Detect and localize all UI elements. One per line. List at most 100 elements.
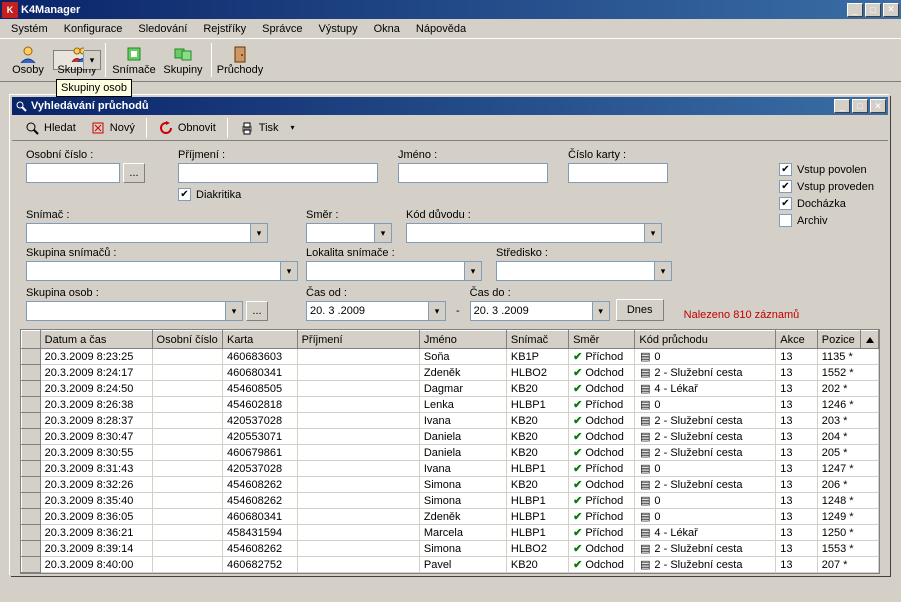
vstup-proveden-checkbox[interactable]: ✔Vstup proveden [779, 180, 874, 193]
table-row[interactable]: 20.3.2009 8:40:00460682752PavelKB20✔ Odc… [22, 557, 879, 573]
diakritika-checkbox[interactable]: ✔Diakritika [178, 188, 378, 201]
menu-vystupy[interactable]: Výstupy [311, 21, 364, 37]
child-window: Vyhledávání průchodů _ □ ✕ Hledat Nový O… [10, 95, 890, 576]
check-icon: ✔ [573, 463, 582, 475]
close-button[interactable]: ✕ [883, 3, 899, 17]
table-row[interactable]: 20.3.2009 8:35:40454608262SimonaHLBP1✔ P… [22, 493, 879, 509]
results-grid[interactable]: Datum a čas Osobní číslo Karta Příjmení … [20, 329, 880, 574]
person-icon [18, 44, 38, 64]
kod-duvodu-select[interactable] [406, 223, 662, 243]
document-icon: ▤ [639, 526, 651, 539]
col-prijmeni[interactable]: Příjmení [297, 331, 419, 349]
table-row[interactable]: 20.3.2009 8:24:17460680341ZdeněkHLBO2✔ O… [22, 365, 879, 381]
document-icon: ▤ [639, 494, 651, 507]
app-titlebar: K K4Manager _ □ ✕ [0, 0, 901, 19]
child-close-button[interactable]: ✕ [870, 99, 886, 113]
door-icon [230, 44, 250, 64]
new-button[interactable]: Nový [84, 117, 141, 139]
table-row[interactable]: 20.3.2009 8:24:50454608505DagmarKB20✔ Od… [22, 381, 879, 397]
menu-rejstriky[interactable]: Rejstříky [196, 21, 253, 37]
menu-spravce[interactable]: Správce [255, 21, 309, 37]
maximize-button[interactable]: □ [865, 3, 881, 17]
table-row[interactable]: 20.3.2009 8:28:37420537028IvanaKB20✔ Odc… [22, 413, 879, 429]
skupina-snimacu-select[interactable] [26, 261, 298, 281]
menu-sledovani[interactable]: Sledování [131, 21, 194, 37]
magnifier-icon [24, 120, 40, 136]
col-datum[interactable]: Datum a čas [40, 331, 152, 349]
table-row[interactable]: 20.3.2009 8:36:21458431594MarcelaHLBP1✔ … [22, 525, 879, 541]
table-row[interactable]: 20.3.2009 8:36:05460680341ZdeněkHLBP1✔ P… [22, 509, 879, 525]
vstup-povolen-checkbox[interactable]: ✔Vstup povolen [779, 163, 874, 176]
label-jmeno: Jméno : [398, 149, 548, 161]
browse-skupina-button[interactable]: ... [246, 301, 268, 321]
child-maximize-button[interactable]: □ [852, 99, 868, 113]
col-akce[interactable]: Akce [776, 331, 817, 349]
toolbar-skupiny-snimacu[interactable]: Skupiny [159, 41, 207, 79]
col-smer[interactable]: Směr [569, 331, 635, 349]
menu-okna[interactable]: Okna [367, 21, 407, 37]
child-title: Vyhledávání průchodů [31, 100, 834, 112]
table-row[interactable]: 20.3.2009 8:23:25460683603SoňaKB1P✔ Příc… [22, 349, 879, 365]
grid-scroll-up[interactable] [861, 331, 879, 349]
search-button[interactable]: Hledat [18, 117, 82, 139]
print-icon [239, 120, 255, 136]
found-count: Nalezeno 810 záznamů [684, 309, 800, 321]
toolbar-pruchody[interactable]: Průchody [216, 41, 264, 79]
menu-konfigurace[interactable]: Konfigurace [57, 21, 130, 37]
document-icon: ▤ [639, 446, 651, 459]
browse-osoba-button[interactable]: ... [123, 163, 145, 183]
toolbar-snimace[interactable]: Snímače [110, 41, 158, 79]
col-karta[interactable]: Karta [223, 331, 298, 349]
check-icon: ✔ [573, 479, 582, 491]
check-icon: ✔ [573, 511, 582, 523]
stredisko-select[interactable] [496, 261, 672, 281]
main-toolbar: Osoby Skupiny Snímače Skupiny Průchody S… [0, 38, 901, 82]
cislo-karty-input[interactable] [568, 163, 668, 183]
table-row[interactable]: 20.3.2009 8:39:14454608262SimonaHLBO2✔ O… [22, 541, 879, 557]
dnes-button[interactable]: Dnes [616, 299, 664, 321]
col-snimac[interactable]: Snímač [506, 331, 568, 349]
col-osobni-cislo[interactable]: Osobní číslo [152, 331, 222, 349]
col-jmeno[interactable]: Jméno [419, 331, 506, 349]
document-icon: ▤ [639, 350, 651, 363]
toolbar-skupiny-osob[interactable]: Skupiny [53, 50, 101, 70]
cas-do-select[interactable]: 20. 3 .2009 [470, 301, 610, 321]
smer-select[interactable] [306, 223, 392, 243]
osobni-cislo-input[interactable] [26, 163, 120, 183]
table-row[interactable]: 20.3.2009 8:30:55460679861DanielaKB20✔ O… [22, 445, 879, 461]
cas-od-select[interactable]: 20. 3 .2009 [306, 301, 446, 321]
table-row[interactable]: 20.3.2009 8:31:43420537028IvanaHLBP1✔ Př… [22, 461, 879, 477]
table-row[interactable]: 20.3.2009 8:30:47420553071DanielaKB20✔ O… [22, 429, 879, 445]
dochazka-checkbox[interactable]: ✔Docházka [779, 197, 874, 210]
minimize-button[interactable]: _ [847, 3, 863, 17]
print-button[interactable]: Tisk ▾ [233, 117, 301, 139]
jmeno-input[interactable] [398, 163, 548, 183]
snimac-select[interactable] [26, 223, 268, 243]
dropdown-arrow-icon[interactable]: ▾ [291, 123, 295, 132]
search-icon [14, 99, 28, 113]
child-minimize-button[interactable]: _ [834, 99, 850, 113]
table-row[interactable]: 20.3.2009 8:32:26454608262SimonaKB20✔ Od… [22, 477, 879, 493]
label-stredisko: Středisko : [496, 247, 672, 259]
check-icon: ✔ [573, 447, 582, 459]
document-icon: ▤ [639, 462, 651, 475]
menu-system[interactable]: Systém [4, 21, 55, 37]
grid-header-row: Datum a čas Osobní číslo Karta Příjmení … [22, 331, 879, 349]
toolbar-separator [211, 43, 212, 77]
refresh-button[interactable]: Obnovit [152, 117, 222, 139]
col-pozice[interactable]: Pozice [817, 331, 861, 349]
col-kod-pruchodu[interactable]: Kód průchodu [635, 331, 776, 349]
toolbar-osoby[interactable]: Osoby [4, 41, 52, 79]
table-row[interactable]: 20.3.2009 8:26:38454602818LenkaHLBP1✔ Př… [22, 397, 879, 413]
search-panel: Osobní číslo : ... Příjmení : ✔Diakritik… [12, 141, 888, 325]
skupina-osob-select[interactable] [26, 301, 243, 321]
label-prijmeni: Příjmení : [178, 149, 378, 161]
document-icon: ▤ [639, 510, 651, 523]
lokalita-select[interactable] [306, 261, 482, 281]
new-icon [90, 120, 106, 136]
document-icon: ▤ [639, 366, 651, 379]
archiv-checkbox[interactable]: Archiv [779, 214, 874, 227]
menu-napoveda[interactable]: Nápověda [409, 21, 473, 37]
label-cislo-karty: Číslo karty : [568, 149, 668, 161]
prijmeni-input[interactable] [178, 163, 378, 183]
